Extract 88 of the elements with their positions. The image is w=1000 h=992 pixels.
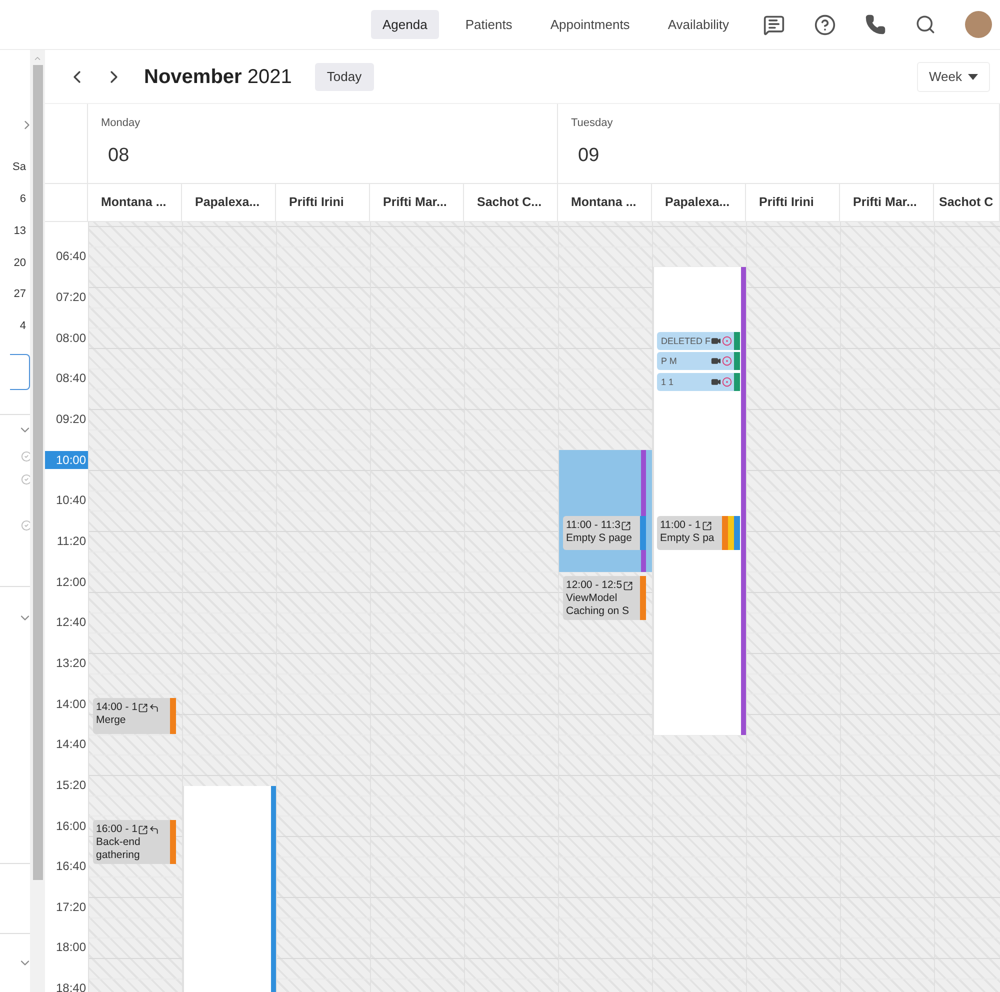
search-icon[interactable] [915, 14, 936, 35]
target-icon [722, 377, 732, 387]
nav-tab[interactable]: Patients [453, 10, 524, 39]
time-label: 13:20 [54, 654, 87, 672]
appointment-title: Merge [96, 714, 127, 727]
time-label: 10:40 [54, 492, 87, 510]
weekday-label: Tuesday [571, 116, 613, 131]
appointment-title: Back-end gathering [96, 836, 142, 862]
appointment-chip[interactable]: P M [657, 352, 740, 370]
external-link-icon [138, 824, 148, 834]
appointment-time: 16:00 - 1 [96, 823, 138, 836]
resource-name: Montana ... [101, 194, 166, 212]
help-icon[interactable] [814, 14, 836, 36]
resource-name: Sachot C [939, 194, 994, 212]
calendar-day[interactable]: Sa [12, 159, 26, 176]
appointment-card[interactable]: 16:00 - 1 Back-end gathering [93, 820, 176, 864]
calendar-day[interactable]: 27 [14, 286, 26, 303]
appointment-time: 11:00 - 1 [660, 519, 701, 532]
reply-arrow-icon [149, 702, 160, 712]
time-label: 18:40 [54, 980, 87, 992]
appointment-card[interactable]: 12:00 - 12:5 ViewModel Caching on S [563, 576, 646, 620]
appointment-time: 12:00 - 12:5 [566, 579, 622, 592]
time-label: 07:20 [54, 288, 87, 306]
calendar-day[interactable]: 13 [14, 222, 26, 240]
time-label: 14:00 [54, 696, 87, 713]
appointment-title: 1 1 [660, 376, 675, 389]
calendar-day[interactable]: 20 [14, 254, 26, 272]
resource-name: Sachot C... [477, 194, 542, 212]
time-label: 10:00 [45, 450, 88, 469]
resource-name: Papalexa... [195, 194, 260, 212]
appointment-card[interactable]: 11:00 - 1 Empty S pa [657, 516, 740, 550]
resource-name: Prifti Irini [289, 194, 344, 212]
date-number: 09 [578, 144, 600, 168]
appointment-chip[interactable]: 1 1 [657, 373, 740, 391]
external-link-icon [702, 520, 712, 530]
time-label: 14:40 [54, 736, 87, 754]
calendar-day[interactable]: 4 [20, 318, 26, 335]
reply-arrow-icon [149, 824, 160, 834]
time-label: 11:20 [56, 532, 87, 550]
view-select[interactable]: Week [917, 62, 990, 92]
time-label: 08:00 [54, 330, 87, 347]
nav-tab[interactable]: Availability [656, 10, 741, 39]
external-link-icon [623, 580, 634, 590]
weekday-label: Monday [101, 116, 140, 131]
month-title: November 2021 [144, 64, 292, 90]
time-label: 08:40 [54, 370, 87, 388]
resource-name: Prifti Mar... [383, 194, 447, 212]
video-camera-icon [711, 356, 721, 366]
video-camera-icon [711, 336, 721, 346]
time-label: 16:00 [54, 818, 87, 835]
time-label: 17:20 [54, 898, 87, 916]
resource-name: Prifti Mar... [853, 194, 917, 212]
appointment-title: DELETED F [660, 335, 711, 348]
phone-icon[interactable] [865, 14, 886, 35]
appointment-time: 14:00 - 1 [96, 701, 138, 714]
appointment-title: Empty S page [566, 532, 633, 545]
time-label: 15:20 [54, 776, 87, 794]
time-label: 09:20 [54, 410, 87, 428]
target-icon [722, 336, 732, 346]
chat-icon[interactable] [763, 14, 785, 36]
resource-name: Prifti Irini [759, 194, 814, 212]
resource-name: Papalexa... [665, 194, 730, 212]
appointment-time: 11:00 - 11:3 [566, 519, 620, 532]
appointment-title: P M [660, 355, 678, 368]
today-button[interactable]: Today [314, 62, 374, 90]
appointment-title: Empty S pa [660, 532, 716, 545]
external-link-icon [621, 520, 632, 530]
calendar-day[interactable]: 6 [20, 191, 26, 208]
external-link-icon [138, 702, 148, 712]
dropdown-caret-icon [968, 74, 978, 80]
appointment-card[interactable]: 14:00 - 1 Merge [93, 698, 176, 734]
scroll-up-icon[interactable] [33, 54, 42, 63]
time-label: 16:40 [54, 858, 87, 876]
resource-name: Montana ... [571, 194, 636, 212]
target-icon [722, 356, 732, 366]
scrollbar-thumb[interactable] [32, 65, 42, 880]
time-label: 18:00 [54, 939, 87, 956]
time-label: 12:40 [54, 614, 87, 632]
nav-tab[interactable]: Appointments [538, 10, 642, 39]
avatar[interactable] [965, 11, 992, 38]
nav-tab[interactable]: Agenda [370, 10, 440, 39]
appointment-title: ViewModel Caching on S [566, 592, 630, 618]
appointment-chip[interactable]: DELETED F [657, 332, 740, 350]
appointment-card[interactable]: 11:00 - 11:3 Empty S page [563, 516, 646, 550]
time-label: 06:40 [54, 248, 87, 266]
time-label: 12:00 [54, 574, 87, 591]
video-camera-icon [711, 377, 721, 387]
date-number: 08 [108, 144, 130, 168]
